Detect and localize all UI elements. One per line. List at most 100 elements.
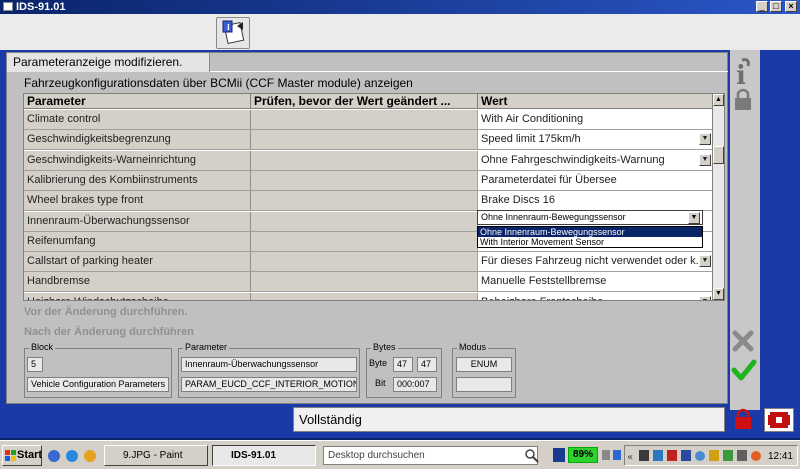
cancel-icon — [732, 330, 754, 352]
bytes-group-label: Bytes — [371, 342, 398, 352]
module-button[interactable] — [764, 408, 794, 432]
document-tool-icon: i — [222, 20, 245, 45]
page-title: Fahrzeugkonfigurationsdaten über BCMii (… — [24, 76, 413, 90]
taskbar-item-ids[interactable]: IDS-91.01 — [212, 445, 316, 466]
chevron-down-icon[interactable]: ▼ — [699, 153, 711, 166]
minimize-button[interactable]: _ — [756, 1, 768, 12]
block-name-field: Vehicle Configuration Parameters — [27, 377, 169, 392]
value-cell[interactable]: Speed limit 175km/h ▼ — [478, 130, 712, 151]
lock-red-button[interactable] — [733, 408, 753, 430]
value-text: Manuelle Feststellbremse — [481, 275, 607, 288]
table-row[interactable]: Geschwindigkeitsbegrenzung Speed limit 17… — [24, 130, 712, 151]
block-number-field: 5 — [27, 357, 43, 372]
parameter-cell: Callstart of parking heater — [24, 252, 251, 273]
media-icon — [84, 450, 96, 462]
byte-start-field: 47 — [393, 357, 413, 372]
tab-parameter-display[interactable]: Parameteranzeige modifizieren. — [6, 52, 210, 72]
value-cell[interactable]: With Air Conditioning — [478, 110, 712, 130]
interior-sensor-options: Ohne Innenraum-Bewegungssensor With Inte… — [477, 226, 703, 248]
parameter-name-field: Innenraum-Überwachungssensor — [181, 357, 357, 372]
tray-icons[interactable]: « — [625, 446, 765, 465]
block-group: Block 5 Vehicle Configuration Parameters — [24, 342, 172, 398]
info-tool-button[interactable]: i — [216, 17, 250, 49]
battery-indicator[interactable]: 89% — [568, 447, 598, 463]
chevron-down-icon[interactable]: ▼ — [699, 295, 711, 300]
lock-icon — [735, 88, 751, 110]
parameter-group: Parameter Innenraum-Überwachungssensor P… — [178, 342, 360, 398]
note-after-change: Nach der Änderung durchführen — [24, 326, 194, 338]
chevron-down-icon[interactable]: ▼ — [699, 255, 711, 268]
chevron-down-icon[interactable]: ▼ — [688, 212, 700, 224]
table-row[interactable]: Geschwindigkeits-Warneinrichtung Ohne Fah… — [24, 150, 712, 171]
status-field: Vollständig — [293, 407, 725, 432]
check-cell — [251, 130, 478, 151]
column-header-value[interactable]: Wert — [478, 94, 712, 109]
desktop-icon — [48, 450, 60, 462]
parameter-group-label: Parameter — [183, 342, 230, 352]
modus-extra-field — [456, 377, 512, 392]
check-cell — [251, 211, 478, 232]
parameter-table: Parameter Prüfen, bevor der Wert geänder… — [23, 93, 713, 301]
chevron-down-icon[interactable]: ▼ — [699, 133, 711, 146]
value-cell[interactable]: Manuelle Feststellbremse — [478, 272, 712, 293]
parameter-cell: Kalibrierung des Kombiinstruments — [24, 170, 251, 191]
value-text: Ohne Fahrgeschwindigkeits-Warnung — [481, 153, 665, 166]
interior-sensor-current: Ohne Innenraum-Bewegungssensor — [481, 212, 626, 222]
interior-sensor-select[interactable]: Ohne Innenraum-Bewegungssensor ▼ — [477, 210, 703, 225]
table-row[interactable]: Kalibrierung des Kombiinstruments Paramet… — [24, 170, 712, 191]
parameter-cell: Innenraum-Überwachungssensor — [24, 211, 251, 232]
value-text: Parameterdatei für Übersee — [481, 173, 617, 186]
bit-field: 000:007 — [393, 377, 437, 392]
check-cell — [251, 252, 478, 273]
check-cell — [251, 231, 478, 252]
value-cell[interactable]: Für dieses Fahrzeug nicht verwendet oder… — [478, 252, 712, 273]
window-titlebar: IDS-91.01 _ □ × — [0, 0, 800, 14]
power-icons[interactable] — [601, 448, 623, 462]
value-text: Brake Discs 16 — [481, 194, 555, 207]
start-button[interactable]: Start — [2, 445, 42, 466]
right-tool-icons: i — [731, 58, 757, 381]
scroll-thumb[interactable] — [713, 146, 724, 164]
scroll-down-button[interactable]: ▼ — [713, 288, 724, 300]
right-tool-panel: i — [730, 50, 760, 410]
value-text: Speed limit 175km/h — [481, 133, 581, 146]
bytes-group: Bytes Byte 47 47 Bit 000:007 — [366, 342, 442, 398]
parameter-cell: Heizbare Windschutzscheibe — [24, 292, 251, 300]
scroll-up-button[interactable]: ▲ — [713, 94, 724, 106]
taskbar: Start 9.JPG - Paint IDS-91.01 Desktop du… — [0, 440, 800, 469]
column-header-parameter[interactable]: Parameter — [24, 94, 251, 109]
dropdown-option[interactable]: Ohne Innenraum-Bewegungssensor — [478, 227, 702, 237]
svg-text:«: « — [627, 452, 633, 463]
browser-icon — [66, 450, 78, 462]
modus-group: Modus ENUM — [452, 342, 516, 398]
byte-label: Byte — [369, 358, 388, 368]
parameter-cell: Geschwindigkeitsbegrenzung — [24, 130, 251, 151]
check-cell — [251, 292, 478, 300]
tray-app-icon[interactable] — [553, 448, 565, 462]
bit-label: Bit — [375, 378, 386, 388]
table-row[interactable]: Callstart of parking heater Für dieses Fa… — [24, 252, 712, 273]
table-row[interactable]: Handbremse Manuelle Feststellbremse — [24, 272, 712, 293]
value-cell[interactable]: Brake Discs 16 — [478, 191, 712, 212]
table-row[interactable]: Climate control With Air Conditioning — [24, 110, 712, 130]
tab-underline — [210, 71, 728, 72]
toolbar: i — [0, 14, 800, 50]
value-cell[interactable]: Parameterdatei für Übersee — [478, 170, 712, 191]
taskbar-item-paint[interactable]: 9.JPG - Paint — [104, 445, 208, 466]
window-title: IDS-91.01 — [16, 1, 66, 13]
parameter-cell: Reifenumfang — [24, 231, 251, 252]
maximize-button[interactable]: □ — [770, 1, 782, 12]
parameter-cell: Handbremse — [24, 272, 251, 293]
close-button[interactable]: × — [785, 1, 797, 12]
desktop-search-input[interactable]: Desktop durchsuchen — [323, 446, 538, 465]
system-tray: « 12:41 — [624, 445, 798, 466]
column-header-check[interactable]: Prüfen, bevor der Wert geändert ... — [251, 94, 478, 109]
value-cell[interactable]: Ohne Fahrgeschwindigkeits-Warnung ▼ — [478, 150, 712, 171]
quicklaunch-icons[interactable] — [46, 446, 102, 466]
dropdown-option[interactable]: With Interior Movement Sensor — [478, 237, 702, 247]
table-scrollbar[interactable]: ▲ ▼ — [712, 93, 725, 301]
value-cell[interactable]: Beheizbare Frontscheibe ▼ — [478, 292, 712, 300]
table-row[interactable]: Heizbare Windschutzscheibe Beheizbare Fro… — [24, 292, 712, 300]
table-row[interactable]: Wheel brakes type front Brake Discs 16 — [24, 191, 712, 212]
search-icon[interactable] — [525, 449, 539, 463]
